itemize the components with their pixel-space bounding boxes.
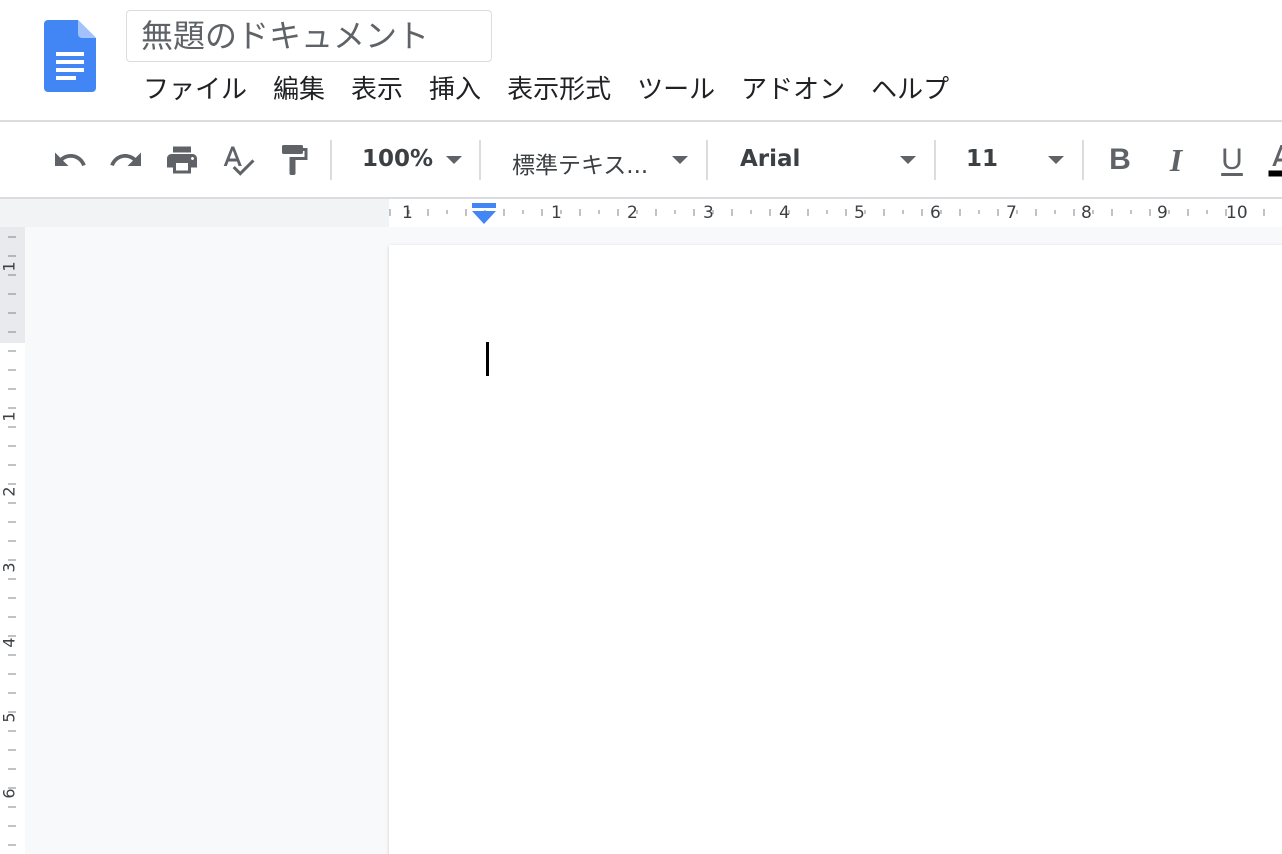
ruler-label: 4	[779, 203, 790, 223]
toolbar-separator	[706, 140, 708, 180]
title-bar: 無題のドキュメント ファイル 編集 表示 挿入 表示形式 ツール アドオン ヘル…	[0, 0, 1282, 121]
ruler-label: 5	[0, 712, 19, 723]
vertical-ruler[interactable]: 1 1 2 3 4 5 6	[0, 227, 25, 854]
bold-button[interactable]: B	[1098, 138, 1142, 182]
style-value: 標準テキス...	[512, 153, 649, 179]
menu-addons[interactable]: アドオン	[728, 70, 858, 110]
italic-icon: I	[1169, 141, 1183, 178]
ruler-label: 1	[402, 203, 413, 223]
menu-format[interactable]: 表示形式	[494, 70, 624, 110]
spellcheck-button[interactable]	[216, 138, 260, 182]
spellcheck-icon	[223, 146, 255, 176]
font-size-value: 11	[966, 146, 999, 172]
ruler-label: 3	[703, 203, 714, 223]
ruler-label: 6	[930, 203, 941, 223]
zoom-dropdown[interactable]: 100%	[348, 138, 466, 182]
style-dropdown[interactable]: 標準テキス...	[500, 138, 694, 182]
toolbar-separator	[479, 140, 481, 180]
ruler-margin-area	[0, 227, 25, 343]
zoom-value: 100%	[362, 146, 434, 172]
bold-icon: B	[1109, 143, 1131, 176]
font-value: Arial	[740, 146, 801, 172]
print-button[interactable]	[160, 138, 204, 182]
print-icon	[167, 146, 197, 174]
redo-icon	[110, 152, 141, 166]
text-color-button[interactable]	[1262, 138, 1282, 182]
font-dropdown[interactable]: Arial	[726, 138, 922, 182]
chevron-down-icon	[1048, 156, 1064, 164]
ruler-label: 9	[1157, 203, 1168, 223]
document-canvas	[25, 227, 1282, 854]
ruler-label: 7	[1006, 203, 1017, 223]
ruler-label: 1	[551, 203, 562, 223]
ruler-label: 2	[0, 486, 19, 497]
toolbar-separator	[330, 140, 332, 180]
ruler-label: 4	[0, 637, 19, 648]
chevron-down-icon	[672, 156, 688, 164]
menu-edit[interactable]: 編集	[260, 70, 338, 110]
document-title-input[interactable]: 無題のドキュメント	[126, 10, 492, 62]
document-page[interactable]	[389, 245, 1282, 854]
menu-view[interactable]: 表示	[338, 70, 416, 110]
menu-bar: ファイル 編集 表示 挿入 表示形式 ツール アドオン ヘルプ	[130, 70, 962, 110]
vertical-ruler-ticks	[0, 227, 25, 854]
chevron-down-icon	[900, 156, 916, 164]
underline-icon: U	[1221, 143, 1243, 176]
paint-format-icon	[282, 145, 308, 175]
ruler-label: 3	[0, 562, 19, 573]
chevron-down-icon	[446, 156, 462, 164]
redo-button[interactable]	[104, 138, 148, 182]
ruler-label: 5	[854, 203, 865, 223]
ruler-label: 8	[1081, 203, 1092, 223]
ruler-margin-area	[0, 199, 389, 227]
font-size-dropdown[interactable]: 11	[952, 138, 1070, 182]
toolbar: 100% 標準テキス... Arial 11 B I U	[0, 122, 1282, 198]
docs-logo-icon[interactable]	[44, 20, 96, 92]
italic-button[interactable]: I	[1154, 138, 1198, 182]
ruler-label: 1	[0, 411, 19, 422]
undo-icon	[55, 152, 86, 166]
indent-marker-icon[interactable]	[470, 203, 498, 225]
menu-tools[interactable]: ツール	[624, 70, 728, 110]
menu-file[interactable]: ファイル	[130, 70, 260, 110]
menu-insert[interactable]: 挿入	[416, 70, 494, 110]
underline-button[interactable]: U	[1210, 138, 1254, 182]
ruler-label: 1	[0, 261, 19, 272]
undo-button[interactable]	[48, 138, 92, 182]
menu-help[interactable]: ヘルプ	[858, 70, 962, 110]
ruler-label: 10	[1226, 203, 1248, 223]
text-color-icon	[1268, 145, 1282, 177]
ruler-label: 6	[0, 788, 19, 799]
toolbar-separator	[934, 140, 936, 180]
paint-format-button[interactable]	[272, 138, 316, 182]
ruler-label: 2	[627, 203, 638, 223]
toolbar-separator	[1082, 140, 1084, 180]
text-cursor	[486, 342, 489, 376]
horizontal-ruler[interactable]: 1 1 2 3 4 5 6 7 8 9 10	[0, 199, 1282, 227]
